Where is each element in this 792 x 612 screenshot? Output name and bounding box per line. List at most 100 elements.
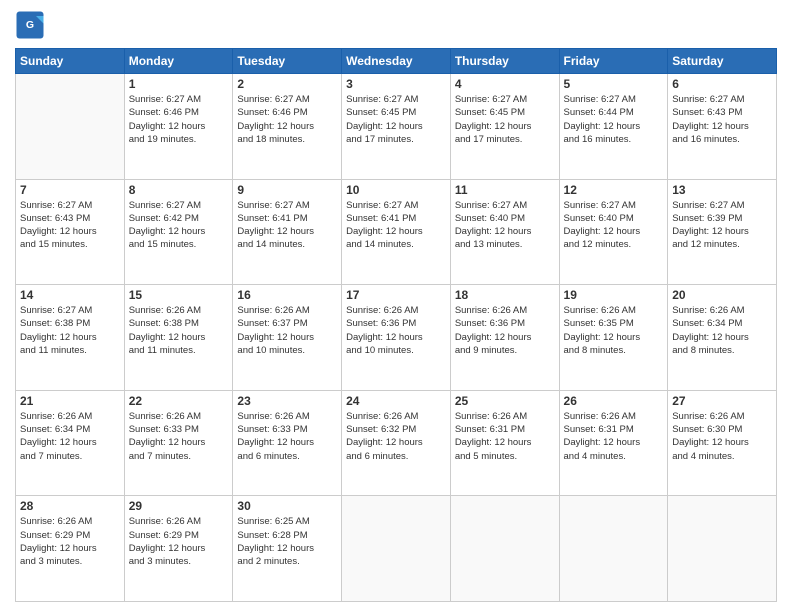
calendar-cell — [16, 74, 125, 180]
calendar-cell: 18 Sunrise: 6:26 AM Sunset: 6:36 PM Dayli… — [450, 285, 559, 391]
day-info: Sunrise: 6:26 AM Sunset: 6:32 PM Dayligh… — [346, 410, 446, 463]
day-number: 10 — [346, 183, 446, 197]
calendar-cell: 6 Sunrise: 6:27 AM Sunset: 6:43 PM Daylig… — [668, 74, 777, 180]
day-info: Sunrise: 6:26 AM Sunset: 6:31 PM Dayligh… — [455, 410, 555, 463]
day-number: 13 — [672, 183, 772, 197]
weekday-header: Friday — [559, 49, 668, 74]
day-number: 7 — [20, 183, 120, 197]
day-number: 29 — [129, 499, 229, 513]
day-number: 5 — [564, 77, 664, 91]
day-number: 22 — [129, 394, 229, 408]
day-number: 26 — [564, 394, 664, 408]
calendar-cell: 16Sunrise: 6:26 AM Sunset: 6:37 PM Dayli… — [233, 285, 342, 391]
calendar-cell: 13 Sunrise: 6:27 AM Sunset: 6:39 PM Dayli… — [668, 179, 777, 285]
calendar-cell: 14 Sunrise: 6:27 AM Sunset: 6:38 PM Dayli… — [16, 285, 125, 391]
day-number: 17 — [346, 288, 446, 302]
day-number: 28 — [20, 499, 120, 513]
day-info: Sunrise: 6:27 AM Sunset: 6:46 PM Dayligh… — [237, 93, 337, 146]
day-number: 25 — [455, 394, 555, 408]
day-info: Sunrise: 6:27 AM Sunset: 6:45 PM Dayligh… — [455, 93, 555, 146]
day-info: Sunrise: 6:27 AM Sunset: 6:43 PM Dayligh… — [20, 199, 120, 252]
calendar-cell: 1Sunrise: 6:27 AM Sunset: 6:46 PM Daylig… — [124, 74, 233, 180]
day-info: Sunrise: 6:27 AM Sunset: 6:42 PM Dayligh… — [129, 199, 229, 252]
day-info: Sunrise: 6:27 AM Sunset: 6:43 PM Dayligh… — [672, 93, 772, 146]
day-info: Sunrise: 6:26 AM Sunset: 6:29 PM Dayligh… — [129, 515, 229, 568]
calendar-cell: 10 Sunrise: 6:27 AM Sunset: 6:41 PM Dayli… — [342, 179, 451, 285]
day-info: Sunrise: 6:26 AM Sunset: 6:31 PM Dayligh… — [564, 410, 664, 463]
calendar-table: SundayMondayTuesdayWednesdayThursdayFrid… — [15, 48, 777, 602]
calendar-cell: 4 Sunrise: 6:27 AM Sunset: 6:45 PM Daylig… — [450, 74, 559, 180]
day-info: Sunrise: 6:27 AM Sunset: 6:40 PM Dayligh… — [564, 199, 664, 252]
day-number: 8 — [129, 183, 229, 197]
day-info: Sunrise: 6:26 AM Sunset: 6:36 PM Dayligh… — [346, 304, 446, 357]
day-number: 16 — [237, 288, 337, 302]
calendar-cell: 22 Sunrise: 6:26 AM Sunset: 6:33 PM Dayli… — [124, 390, 233, 496]
day-info: Sunrise: 6:26 AM Sunset: 6:33 PM Dayligh… — [237, 410, 337, 463]
day-info: Sunrise: 6:26 AM Sunset: 6:33 PM Dayligh… — [129, 410, 229, 463]
calendar-cell — [342, 496, 451, 602]
calendar-cell: 26 Sunrise: 6:26 AM Sunset: 6:31 PM Dayli… — [559, 390, 668, 496]
day-number: 30 — [237, 499, 337, 513]
calendar-cell: 3 Sunrise: 6:27 AM Sunset: 6:45 PM Daylig… — [342, 74, 451, 180]
day-info: Sunrise: 6:27 AM Sunset: 6:45 PM Dayligh… — [346, 93, 446, 146]
day-info: Sunrise: 6:26 AM Sunset: 6:36 PM Dayligh… — [455, 304, 555, 357]
day-number: 20 — [672, 288, 772, 302]
day-info: Sunrise: 6:27 AM Sunset: 6:40 PM Dayligh… — [455, 199, 555, 252]
calendar-cell: 7 Sunrise: 6:27 AM Sunset: 6:43 PM Daylig… — [16, 179, 125, 285]
day-info: Sunrise: 6:26 AM Sunset: 6:30 PM Dayligh… — [672, 410, 772, 463]
day-number: 3 — [346, 77, 446, 91]
day-info: Sunrise: 6:27 AM Sunset: 6:44 PM Dayligh… — [564, 93, 664, 146]
day-info: Sunrise: 6:26 AM Sunset: 6:34 PM Dayligh… — [20, 410, 120, 463]
day-number: 18 — [455, 288, 555, 302]
weekday-header: Thursday — [450, 49, 559, 74]
day-info: Sunrise: 6:26 AM Sunset: 6:35 PM Dayligh… — [564, 304, 664, 357]
calendar-cell: 24 Sunrise: 6:26 AM Sunset: 6:32 PM Dayli… — [342, 390, 451, 496]
day-number: 14 — [20, 288, 120, 302]
calendar-cell: 2 Sunrise: 6:27 AM Sunset: 6:46 PM Daylig… — [233, 74, 342, 180]
day-info: Sunrise: 6:27 AM Sunset: 6:41 PM Dayligh… — [237, 199, 337, 252]
day-info: Sunrise: 6:26 AM Sunset: 6:34 PM Dayligh… — [672, 304, 772, 357]
day-number: 9 — [237, 183, 337, 197]
day-number: 23 — [237, 394, 337, 408]
calendar-cell: 15Sunrise: 6:26 AM Sunset: 6:38 PM Dayli… — [124, 285, 233, 391]
calendar-cell: 17 Sunrise: 6:26 AM Sunset: 6:36 PM Dayli… — [342, 285, 451, 391]
day-number: 11 — [455, 183, 555, 197]
calendar-cell: 19 Sunrise: 6:26 AM Sunset: 6:35 PM Dayli… — [559, 285, 668, 391]
day-number: 27 — [672, 394, 772, 408]
weekday-header: Wednesday — [342, 49, 451, 74]
calendar-cell: 8 Sunrise: 6:27 AM Sunset: 6:42 PM Daylig… — [124, 179, 233, 285]
weekday-header: Saturday — [668, 49, 777, 74]
day-number: 21 — [20, 394, 120, 408]
calendar-cell: 5 Sunrise: 6:27 AM Sunset: 6:44 PM Daylig… — [559, 74, 668, 180]
calendar-cell: 30Sunrise: 6:25 AM Sunset: 6:28 PM Dayli… — [233, 496, 342, 602]
day-info: Sunrise: 6:26 AM Sunset: 6:38 PM Dayligh… — [129, 304, 229, 357]
day-number: 12 — [564, 183, 664, 197]
calendar-cell: 20 Sunrise: 6:26 AM Sunset: 6:34 PM Dayli… — [668, 285, 777, 391]
day-number: 2 — [237, 77, 337, 91]
day-number: 4 — [455, 77, 555, 91]
day-number: 19 — [564, 288, 664, 302]
day-info: Sunrise: 6:26 AM Sunset: 6:29 PM Dayligh… — [20, 515, 120, 568]
day-info: Sunrise: 6:27 AM Sunset: 6:39 PM Dayligh… — [672, 199, 772, 252]
calendar-cell — [668, 496, 777, 602]
calendar-cell — [450, 496, 559, 602]
calendar-cell — [559, 496, 668, 602]
calendar-cell: 11 Sunrise: 6:27 AM Sunset: 6:40 PM Dayli… — [450, 179, 559, 285]
logo-icon: G — [15, 10, 45, 40]
calendar-cell: 9 Sunrise: 6:27 AM Sunset: 6:41 PM Daylig… — [233, 179, 342, 285]
calendar-cell: 25 Sunrise: 6:26 AM Sunset: 6:31 PM Dayli… — [450, 390, 559, 496]
weekday-header: Monday — [124, 49, 233, 74]
weekday-header: Sunday — [16, 49, 125, 74]
weekday-header: Tuesday — [233, 49, 342, 74]
day-number: 1 — [129, 77, 229, 91]
calendar-cell: 28 Sunrise: 6:26 AM Sunset: 6:29 PM Dayli… — [16, 496, 125, 602]
day-info: Sunrise: 6:27 AM Sunset: 6:41 PM Dayligh… — [346, 199, 446, 252]
calendar-page: G SundayMondayTuesdayWednesdayThursdayFr… — [0, 0, 792, 612]
day-number: 24 — [346, 394, 446, 408]
calendar-cell: 12 Sunrise: 6:27 AM Sunset: 6:40 PM Dayli… — [559, 179, 668, 285]
day-info: Sunrise: 6:27 AM Sunset: 6:38 PM Dayligh… — [20, 304, 120, 357]
header: G — [15, 10, 777, 40]
calendar-cell: 29 Sunrise: 6:26 AM Sunset: 6:29 PM Dayli… — [124, 496, 233, 602]
logo: G — [15, 10, 47, 40]
day-number: 6 — [672, 77, 772, 91]
